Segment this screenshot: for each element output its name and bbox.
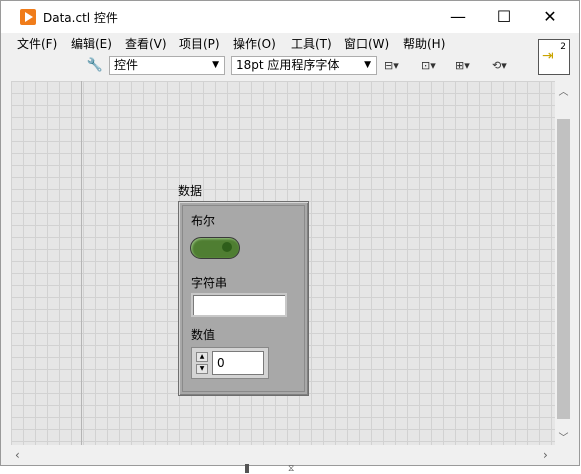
scroll-up-icon[interactable]: ︿: [555, 83, 572, 98]
boolean-label: 布尔: [191, 214, 216, 228]
scroll-right-icon[interactable]: ›: [543, 448, 548, 462]
wrench-icon[interactable]: 🔧: [86, 57, 104, 75]
menu-project[interactable]: 项目(P): [179, 35, 220, 52]
menu-edit[interactable]: 编辑(E): [71, 35, 112, 52]
background-mark: [245, 464, 249, 473]
numeric-label: 数值: [191, 328, 216, 342]
minimize-button[interactable]: —: [435, 1, 481, 33]
menu-window[interactable]: 窗口(W): [344, 35, 389, 52]
font-dropdown[interactable]: 18pt 应用程序字体 ▼: [231, 56, 377, 75]
scroll-left-icon[interactable]: ‹: [15, 448, 20, 462]
toolbar: 🔧 控件 ▼ 18pt 应用程序字体 ▼ ⊟▾ ⊡▾ ⊞▾ ⟲▾: [1, 53, 579, 80]
vertical-scroll-thumb[interactable]: [557, 119, 570, 419]
menu-tools[interactable]: 工具(T): [291, 35, 332, 52]
connector-count: 2: [560, 42, 566, 52]
align-objects-icon[interactable]: ⊟▾: [384, 57, 416, 75]
font-value: 18pt 应用程序字体: [236, 58, 340, 72]
grid-origin-line: [81, 81, 82, 445]
menu-view[interactable]: 查看(V): [125, 35, 167, 52]
connector-icon: ⇥: [542, 48, 554, 64]
title-bar: Data.ctl 控件 — ☐ ✕: [1, 1, 579, 33]
reorder-icon[interactable]: ⟲▾: [492, 57, 524, 75]
labview-app-icon: [20, 9, 36, 25]
chevron-down-icon: ▼: [212, 60, 219, 70]
vertical-scrollbar[interactable]: ︿ ﹀: [555, 81, 572, 445]
cluster-label: 数据: [178, 184, 203, 198]
maximize-button[interactable]: ☐: [481, 1, 527, 33]
control-type-value: 控件: [114, 58, 139, 72]
numeric-value[interactable]: 0: [212, 351, 264, 375]
menu-bar: 文件(F) 编辑(E) 查看(V) 项目(P) 操作(O) 工具(T) 窗口(W…: [1, 33, 579, 53]
string-label: 字符串: [191, 276, 228, 290]
menu-file[interactable]: 文件(F): [17, 35, 57, 52]
connector-pane[interactable]: 2 ⇥: [538, 39, 570, 75]
numeric-stepper[interactable]: ▲ ▼: [196, 352, 208, 374]
numeric-control: ▲ ▼ 0: [191, 347, 269, 379]
scrollbar-corner: [555, 445, 572, 465]
boolean-led-button[interactable]: [190, 237, 240, 259]
chevron-down-icon: ▼: [364, 60, 371, 70]
horizontal-scrollbar[interactable]: ‹ ›: [11, 445, 555, 465]
window-title: Data.ctl 控件: [43, 11, 118, 25]
menu-operate[interactable]: 操作(O): [233, 35, 276, 52]
vi-window: Data.ctl 控件 — ☐ ✕ 文件(F) 编辑(E) 查看(V) 项目(P…: [0, 0, 580, 466]
scroll-down-icon[interactable]: ﹀: [555, 429, 572, 444]
decrement-icon[interactable]: ▼: [196, 364, 208, 374]
string-control[interactable]: [191, 293, 287, 317]
distribute-objects-icon[interactable]: ⊡▾: [421, 57, 453, 75]
control-type-dropdown[interactable]: 控件 ▼: [109, 56, 225, 75]
resize-objects-icon[interactable]: ⊞▾: [455, 57, 487, 75]
close-button[interactable]: ✕: [527, 1, 573, 33]
increment-icon[interactable]: ▲: [196, 352, 208, 362]
menu-help[interactable]: 帮助(H): [403, 35, 445, 52]
